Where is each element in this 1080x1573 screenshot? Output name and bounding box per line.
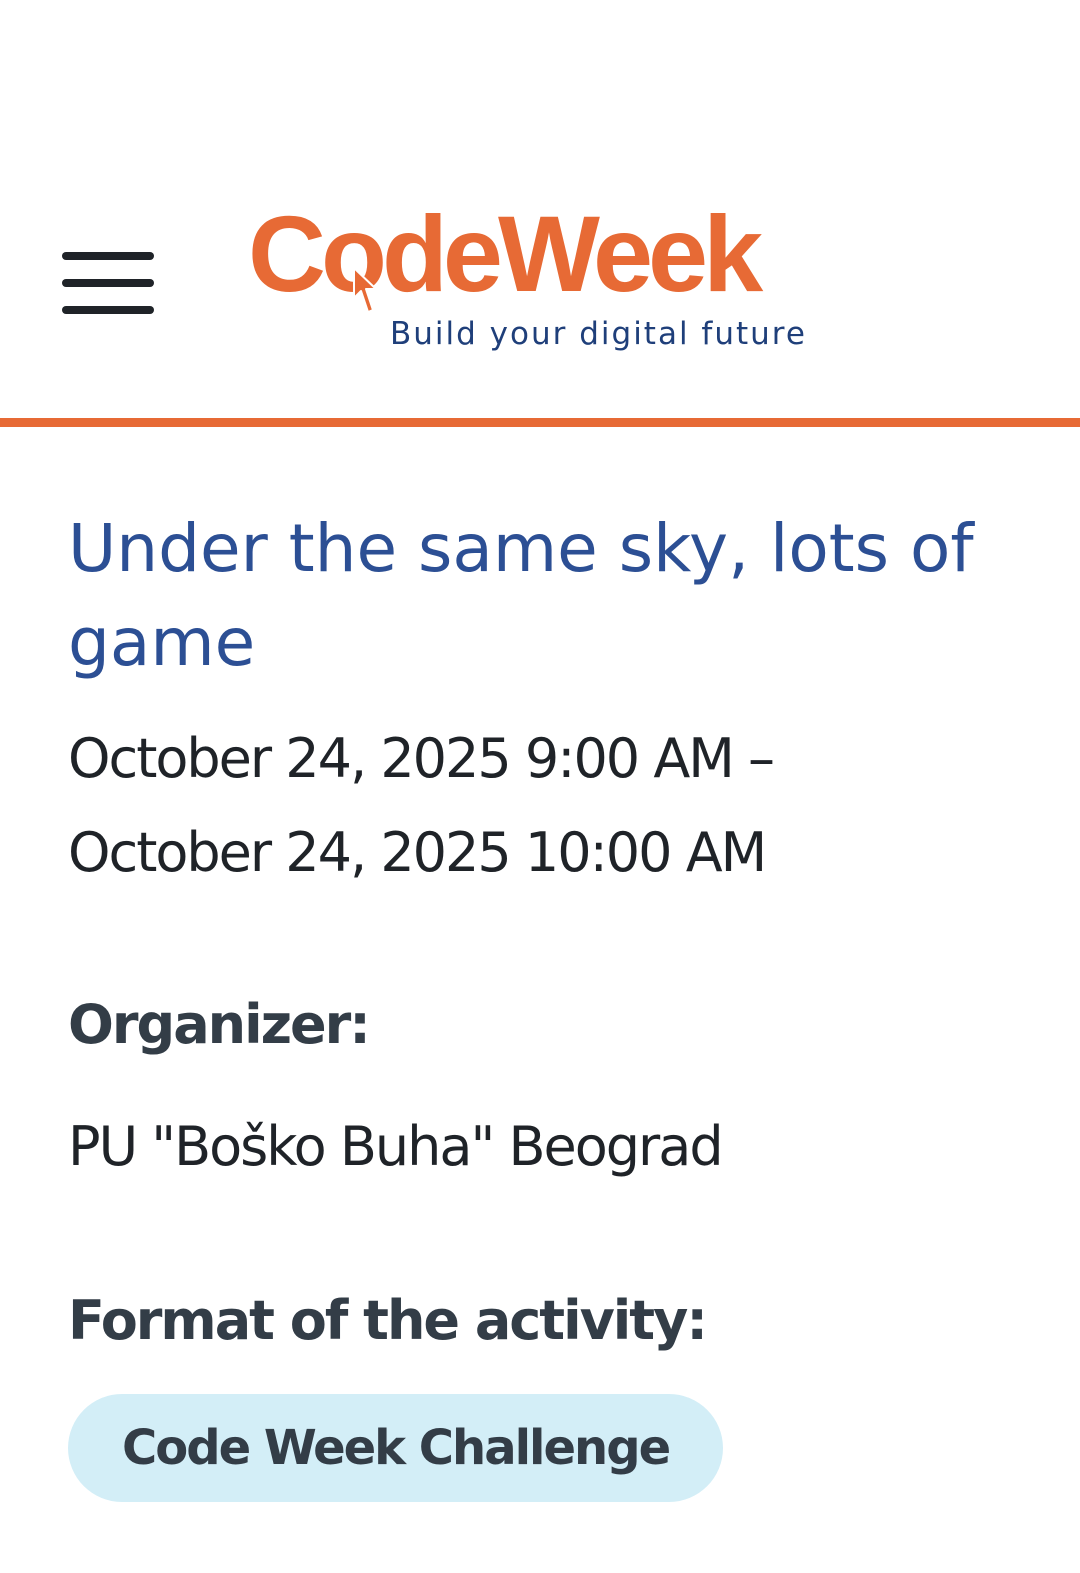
format-label: Format of the activity: <box>68 1289 708 1352</box>
menu-bar-middle <box>62 279 154 287</box>
site-header: CodeWeek Build your digital future <box>0 0 1080 418</box>
format-tag-code-week-challenge[interactable]: Code Week Challenge <box>68 1394 724 1502</box>
hamburger-menu-icon[interactable] <box>62 250 154 316</box>
menu-bar-bottom <box>62 306 154 314</box>
logo-cursor-icon <box>353 267 377 313</box>
codeweek-logo[interactable]: CodeWeek Build your digital future <box>248 200 848 360</box>
organizer-value: PU "Boško Buha" Beograd <box>68 1115 724 1178</box>
logo-wordmark: CodeWeek <box>248 193 763 314</box>
header-divider <box>0 418 1080 427</box>
event-title: Under the same sky, lots of game <box>68 510 974 681</box>
menu-bar-top <box>62 252 154 260</box>
organizer-label: Organizer: <box>68 993 371 1056</box>
logo-tagline: Build your digital future <box>390 316 807 352</box>
event-date-start: October 24, 2025 9:00 AM – <box>68 727 775 790</box>
event-dates: October 24, 2025 9:00 AM – October 24, 2… <box>68 712 1028 900</box>
event-date-end: October 24, 2025 10:00 AM <box>68 821 767 884</box>
